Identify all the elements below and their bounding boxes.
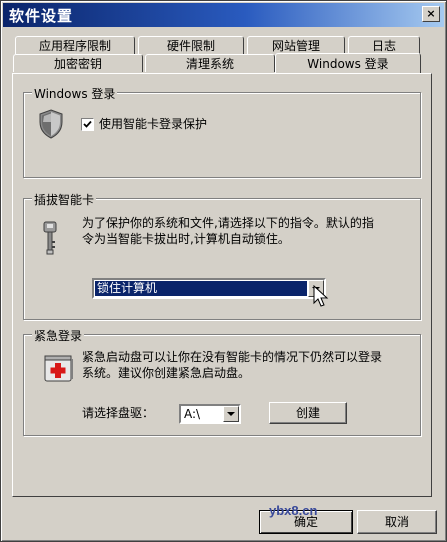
checkmark-icon [83, 120, 92, 128]
group-smartcard: 插拔智能卡 为了保护你的系统和文件,请选择以下的指令。默认的指 令为当智能卡拔出… [23, 191, 421, 320]
mouse-cursor-icon [313, 285, 329, 307]
tab-windows-login[interactable]: Windows 登录 [275, 53, 421, 73]
smartcard-action-value: 锁住计算机 [95, 281, 307, 296]
cancel-button[interactable]: 取消 [357, 510, 437, 534]
key-icon [43, 221, 57, 255]
drive-label: 请选择盘驱： [82, 406, 155, 420]
tab-panel-windows-login: Windows 登录 使用智能卡登录保护 插拔智能卡 为了保护你的系统和文件,请… [12, 73, 432, 497]
emergency-description-line2: 系统。建议你创建紧急启动盘。 [82, 366, 251, 380]
tab-hardware-restrictions[interactable]: 硬件限制 [138, 36, 244, 54]
group-emergency-legend: 紧急登录 [32, 327, 85, 344]
title-bar[interactable]: 软件设置 × [3, 3, 444, 27]
smartcard-description-line2: 令为当智能卡拔出时,计算机自动锁住。 [82, 232, 290, 246]
tab-app-restrictions[interactable]: 应用程序限制 [15, 36, 135, 54]
group-smartcard-legend: 插拔智能卡 [32, 191, 97, 208]
smartcard-action-select[interactable]: 锁住计算机 [92, 278, 326, 299]
tab-clean-system[interactable]: 清理系统 [145, 54, 275, 72]
window-title: 软件设置 [9, 6, 74, 25]
drive-select-dropdown-button[interactable] [223, 406, 239, 422]
chevron-down-icon [227, 412, 235, 416]
tab-log[interactable]: 日志 [348, 36, 420, 54]
tab-website-management[interactable]: 网站管理 [247, 36, 345, 54]
first-aid-icon [44, 355, 73, 382]
smartcard-login-checkbox[interactable] [81, 118, 94, 131]
group-windows-login: Windows 登录 使用智能卡登录保护 [23, 85, 421, 178]
watermark: ybx8.cn [269, 503, 318, 518]
tab-encryption-key[interactable]: 加密密钥 [13, 54, 143, 72]
emergency-description-line1: 紧急启动盘可以让你在没有智能卡的情况下仍然可以登录 [82, 350, 383, 364]
shield-icon [39, 109, 63, 139]
drive-select-value: A:\ [184, 407, 201, 421]
group-emergency-login: 紧急登录 紧急启动盘可以让你在没有智能卡的情况下仍然可以登录 系统。建议你创建紧… [23, 327, 421, 436]
group-windows-login-legend: Windows 登录 [32, 85, 118, 102]
smartcard-description-line1: 为了保护你的系统和文件,请选择以下的指令。默认的指 [82, 216, 374, 230]
settings-window: 软件设置 × 应用程序限制 硬件限制 网站管理 日志 加密密钥 清理系统 Win… [0, 0, 447, 542]
close-button[interactable]: × [422, 6, 440, 22]
create-boot-disk-button[interactable]: 创建 [269, 402, 347, 424]
smartcard-login-label: 使用智能卡登录保护 [99, 117, 208, 131]
drive-select[interactable]: A:\ [179, 404, 241, 424]
